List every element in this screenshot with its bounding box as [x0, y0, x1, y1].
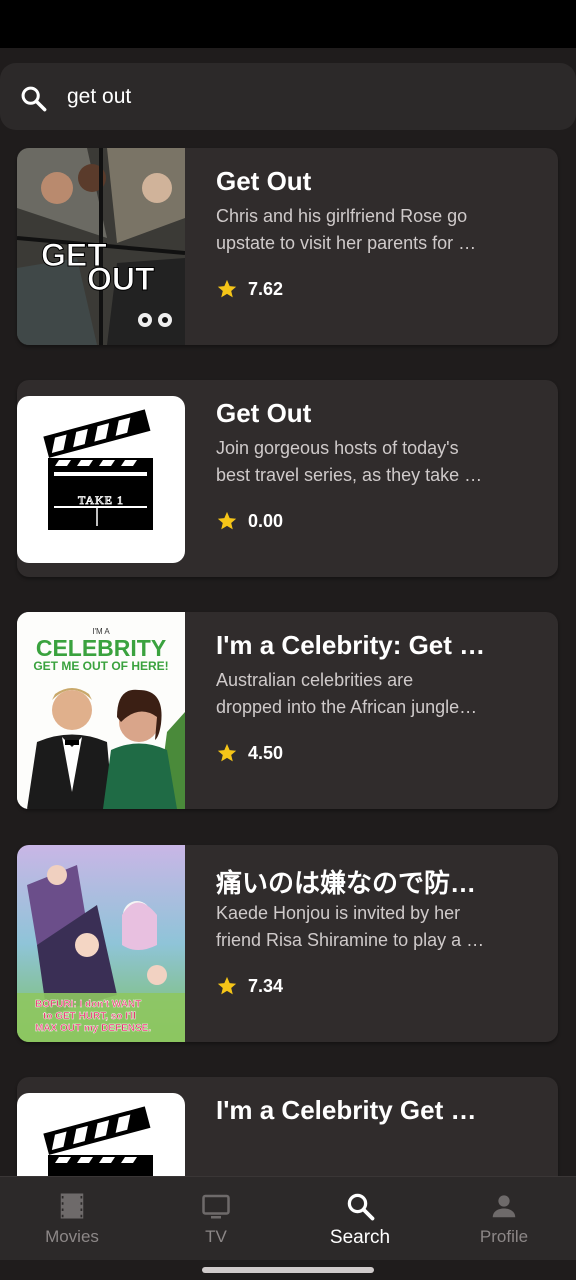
result-title: I'm a Celebrity: Get …	[216, 630, 486, 660]
result-description: Kaede Honjou is invited by her friend Ri…	[216, 903, 485, 950]
result-card[interactable]: GET OUT Get Out Chris and his girlfriend…	[17, 148, 558, 345]
result-title: Get Out	[216, 166, 312, 196]
poster-image: GET OUT	[17, 148, 185, 345]
result-title: Get Out	[216, 398, 312, 428]
poster-title-line1: BOFURI: I don't WANT	[35, 999, 141, 1010]
result-description: Australian celebrities are dropped into …	[216, 670, 478, 717]
result-card[interactable]: I'M A CELEBRITY GET ME OUT OF HERE! I'm …	[17, 612, 558, 809]
nav-label: Search	[329, 1227, 391, 1248]
rating-value: 7.34	[248, 975, 284, 996]
person-icon	[492, 1195, 516, 1218]
results-list[interactable]: GET OUT Get Out Chris and his girlfriend…	[0, 0, 576, 1176]
result-card[interactable]: I'm a Celebrity Get …	[17, 1077, 558, 1176]
result-title: I'm a Celebrity Get …	[216, 1095, 477, 1125]
rating-value: 4.50	[248, 742, 284, 763]
search-bar[interactable]	[0, 63, 576, 130]
poster-title-line2: to GET HURT, so I'll	[43, 1011, 136, 1022]
star-icon	[217, 279, 237, 298]
nav-label: Movies	[45, 1227, 99, 1246]
nav-tv[interactable]: TV	[144, 1177, 288, 1261]
poster-image: BOFURI: I don't WANT to GET HURT, so I'l…	[17, 845, 185, 1042]
poster-title-line2: GET ME OUT OF HERE!	[33, 659, 168, 673]
poster-image: I'M A CELEBRITY GET ME OUT OF HERE!	[17, 612, 185, 809]
search-icon	[347, 1193, 375, 1221]
rating: 0.00	[216, 510, 283, 532]
nav-label: TV	[205, 1227, 227, 1246]
star-icon	[217, 511, 237, 530]
tv-icon	[202, 1194, 230, 1219]
result-description: Join gorgeous hosts of today's best trav…	[216, 438, 483, 485]
search-input[interactable]	[67, 77, 547, 117]
rating: 7.62	[216, 278, 283, 300]
result-description: Chris and his girlfriend Rose go upstate…	[216, 206, 477, 253]
film-icon	[60, 1193, 84, 1219]
star-icon	[217, 976, 237, 995]
rating-value: 0.00	[248, 510, 284, 531]
nav-movies[interactable]: Movies	[0, 1177, 144, 1261]
home-indicator[interactable]	[202, 1267, 374, 1273]
search-icon	[21, 86, 47, 112]
poster-title-line3: MAX OUT my DEFENSE.	[35, 1023, 151, 1034]
poster-title-line2: OUT	[87, 261, 155, 297]
star-icon	[217, 743, 237, 762]
nav-search[interactable]: Search	[288, 1177, 432, 1261]
result-title: 痛いのは嫌なので防…	[216, 868, 477, 898]
result-card[interactable]: TAKE 1 Get Out Join gorgeous hosts of to…	[17, 380, 558, 577]
rating: 7.34	[216, 975, 283, 997]
clapperboard-placeholder-icon: TAKE 1	[17, 396, 185, 563]
nav-label: Profile	[479, 1227, 529, 1246]
clapperboard-placeholder-icon	[17, 1093, 185, 1176]
result-card[interactable]: BOFURI: I don't WANT to GET HURT, so I'l…	[17, 845, 558, 1042]
nav-profile[interactable]: Profile	[432, 1177, 576, 1261]
rating: 4.50	[216, 742, 283, 764]
rating-value: 7.62	[248, 278, 284, 299]
clapperboard-label: TAKE 1	[78, 493, 124, 507]
bottom-navigation: Movies TV Search Profile	[0, 1176, 576, 1261]
poster-title-line1: CELEBRITY	[36, 635, 166, 661]
